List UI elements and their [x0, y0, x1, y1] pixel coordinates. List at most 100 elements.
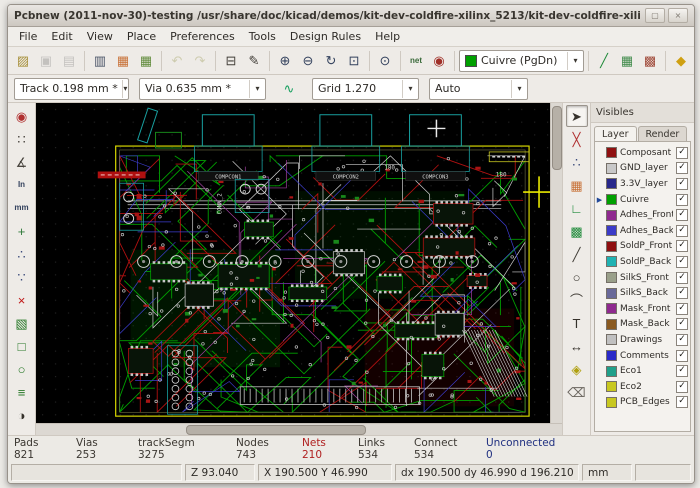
layer-row-composant[interactable]: Composant ✓ — [595, 145, 690, 161]
tracks-sketch-button[interactable]: ≡ — [11, 381, 33, 403]
track-width-combo[interactable]: Track 0.198 mm * ▾ — [14, 77, 129, 100]
chevron-down-icon[interactable]: ▾ — [402, 79, 418, 98]
vias-sketch-button[interactable]: ○ — [11, 358, 33, 380]
layer-visibility-checkbox[interactable]: ✓ — [676, 162, 688, 175]
perform-drc-button[interactable]: ◉ — [428, 50, 450, 72]
units-mm-button[interactable]: mm — [11, 197, 33, 219]
layer-selector-combo[interactable]: Cuivre (PgDn) ▾ — [459, 49, 584, 72]
find-item-button[interactable]: ⊙ — [374, 50, 396, 72]
grid-visibility-button[interactable]: ∷ — [11, 128, 33, 150]
redraw-view-button[interactable]: ↻ — [320, 50, 342, 72]
layer-visibility-checkbox[interactable]: ✓ — [676, 146, 688, 159]
add-arc-button[interactable]: ⌒ — [566, 289, 588, 311]
via-size-combo[interactable]: Via 0.635 mm * ▾ — [139, 77, 266, 100]
footprint-mode-button[interactable]: ▦ — [616, 50, 638, 72]
units-inches-button[interactable]: In — [11, 174, 33, 196]
titlebar[interactable]: Pcbnew (2011-nov-30)-testing /usr/share/… — [8, 5, 694, 27]
menu-design-rules[interactable]: Design Rules — [283, 29, 368, 44]
auto-track-width-button[interactable]: ∿ — [278, 78, 300, 100]
read-netlist-button[interactable]: net — [405, 50, 427, 72]
restore-window-button[interactable]: ▢ — [645, 8, 665, 23]
layer-visibility-checkbox[interactable]: ✓ — [676, 255, 688, 268]
local-ratsnest-button[interactable]: ∴ — [566, 151, 588, 173]
cursor-shape-button[interactable]: + — [11, 220, 33, 242]
layer-visibility-checkbox[interactable]: ✓ — [676, 224, 688, 237]
grid-size-combo[interactable]: Grid 1.270 ▾ — [312, 77, 419, 100]
layer-row-soldp_front[interactable]: SoldP_Front ✓ — [595, 239, 690, 255]
drc-enable-button[interactable]: ◉ — [11, 105, 33, 127]
add-text-button[interactable]: T — [566, 312, 588, 334]
layer-row-gnd_layer[interactable]: GND_layer ✓ — [595, 161, 690, 177]
layer-row-3.3v_layer[interactable]: 3.3V_layer ✓ — [595, 176, 690, 192]
auto-delete-track-button[interactable]: × — [11, 289, 33, 311]
menu-edit[interactable]: Edit — [44, 29, 79, 44]
layer-row-adhes_back[interactable]: Adhes_Back ✓ — [595, 223, 690, 239]
layer-visibility-checkbox[interactable]: ✓ — [676, 396, 688, 409]
ratsnest-visibility-button[interactable]: ∴ — [11, 243, 33, 265]
highlight-net-button[interactable]: ╳ — [566, 128, 588, 150]
layer-row-mask_back[interactable]: Mask_Back ✓ — [595, 317, 690, 333]
layer-visibility-checkbox[interactable]: ✓ — [676, 240, 688, 253]
layer-row-adhes_front[interactable]: Adhes_Front ✓ — [595, 207, 690, 223]
zones-display-button[interactable]: ▧ — [11, 312, 33, 334]
close-window-button[interactable]: × — [668, 8, 688, 23]
add-footprint-button[interactable]: ▦ — [566, 174, 588, 196]
layer-visibility-checkbox[interactable]: ✓ — [676, 271, 688, 284]
print-board-button[interactable]: ⊟ — [220, 50, 242, 72]
high-contrast-mode-button[interactable]: ◑ — [11, 404, 33, 426]
module-ratsnest-button[interactable]: ∵ — [11, 266, 33, 288]
layer-visibility-checkbox[interactable]: ✓ — [676, 318, 688, 331]
menu-tools[interactable]: Tools — [242, 29, 283, 44]
layer-visibility-checkbox[interactable]: ✓ — [676, 193, 688, 206]
layer-visibility-checkbox[interactable]: ✓ — [676, 209, 688, 222]
menu-file[interactable]: File — [12, 29, 44, 44]
layer-row-cuivre[interactable]: ▶ Cuivre ✓ — [595, 192, 690, 208]
layer-row-silks_front[interactable]: SilkS_Front ✓ — [595, 270, 690, 286]
footprint-browser-button[interactable]: ▦ — [135, 50, 157, 72]
layer-row-comments[interactable]: Comments ✓ — [595, 348, 690, 364]
tab-layer[interactable]: Layer — [594, 126, 637, 141]
pcb-canvas[interactable]: COMPCON1 COMPCON2 COMPCON3 CONN_2 180 180 — [36, 103, 550, 423]
chevron-down-icon[interactable]: ▾ — [249, 79, 265, 98]
ratsnest-mode-button[interactable]: ▩ — [639, 50, 661, 72]
layer-row-pcb_edges[interactable]: PCB_Edges ✓ — [595, 395, 690, 411]
select-tool-button[interactable]: ➤ — [565, 105, 588, 127]
route-track-mode-button[interactable]: ╱ — [593, 50, 615, 72]
plot-board-button[interactable]: ✎ — [243, 50, 265, 72]
add-circle-button[interactable]: ○ — [566, 266, 588, 288]
pads-sketch-button[interactable]: □ — [11, 335, 33, 357]
layer-visibility-checkbox[interactable]: ✓ — [676, 287, 688, 300]
layer-visibility-checkbox[interactable]: ✓ — [676, 365, 688, 378]
vertical-scrollbar[interactable] — [550, 103, 562, 423]
menu-preferences[interactable]: Preferences — [163, 29, 242, 44]
add-zone-button[interactable]: ▩ — [566, 220, 588, 242]
microwave-tools-button[interactable]: ◆ — [670, 50, 692, 72]
chevron-down-icon[interactable]: ▾ — [511, 79, 527, 98]
chevron-down-icon[interactable]: ▾ — [121, 79, 128, 98]
zoom-out-button[interactable]: ⊖ — [297, 50, 319, 72]
horizontal-scrollbar[interactable] — [36, 423, 562, 435]
add-target-button[interactable]: ◈ — [566, 358, 588, 380]
layer-visibility-checkbox[interactable]: ✓ — [676, 302, 688, 315]
layer-row-eco2[interactable]: Eco2 ✓ — [595, 379, 690, 395]
layer-visibility-checkbox[interactable]: ✓ — [676, 380, 688, 393]
tab-render[interactable]: Render — [637, 126, 688, 141]
polar-coords-button[interactable]: ∡ — [11, 151, 33, 173]
layer-visibility-checkbox[interactable]: ✓ — [676, 177, 688, 190]
layer-visibility-checkbox[interactable]: ✓ — [676, 349, 688, 362]
zoom-level-combo[interactable]: Auto ▾ — [429, 77, 528, 100]
layer-row-eco1[interactable]: Eco1 ✓ — [595, 363, 690, 379]
horizontal-scrollbar-thumb[interactable] — [186, 425, 366, 435]
layer-row-soldp_back[interactable]: SoldP_Back ✓ — [595, 254, 690, 270]
delete-item-button[interactable]: ⌫ — [566, 381, 588, 403]
layer-visibility-checkbox[interactable]: ✓ — [676, 333, 688, 346]
menu-view[interactable]: View — [80, 29, 120, 44]
layer-row-mask_front[interactable]: Mask_Front ✓ — [595, 301, 690, 317]
layer-row-silks_back[interactable]: SilkS_Back ✓ — [595, 285, 690, 301]
chevron-down-icon[interactable]: ▾ — [567, 51, 583, 70]
zoom-fit-button[interactable]: ⊡ — [343, 50, 365, 72]
vertical-scrollbar-thumb[interactable] — [552, 106, 562, 170]
add-track-button[interactable]: ∟ — [566, 197, 588, 219]
open-board-button[interactable]: ▨ — [12, 50, 34, 72]
menu-place[interactable]: Place — [120, 29, 163, 44]
